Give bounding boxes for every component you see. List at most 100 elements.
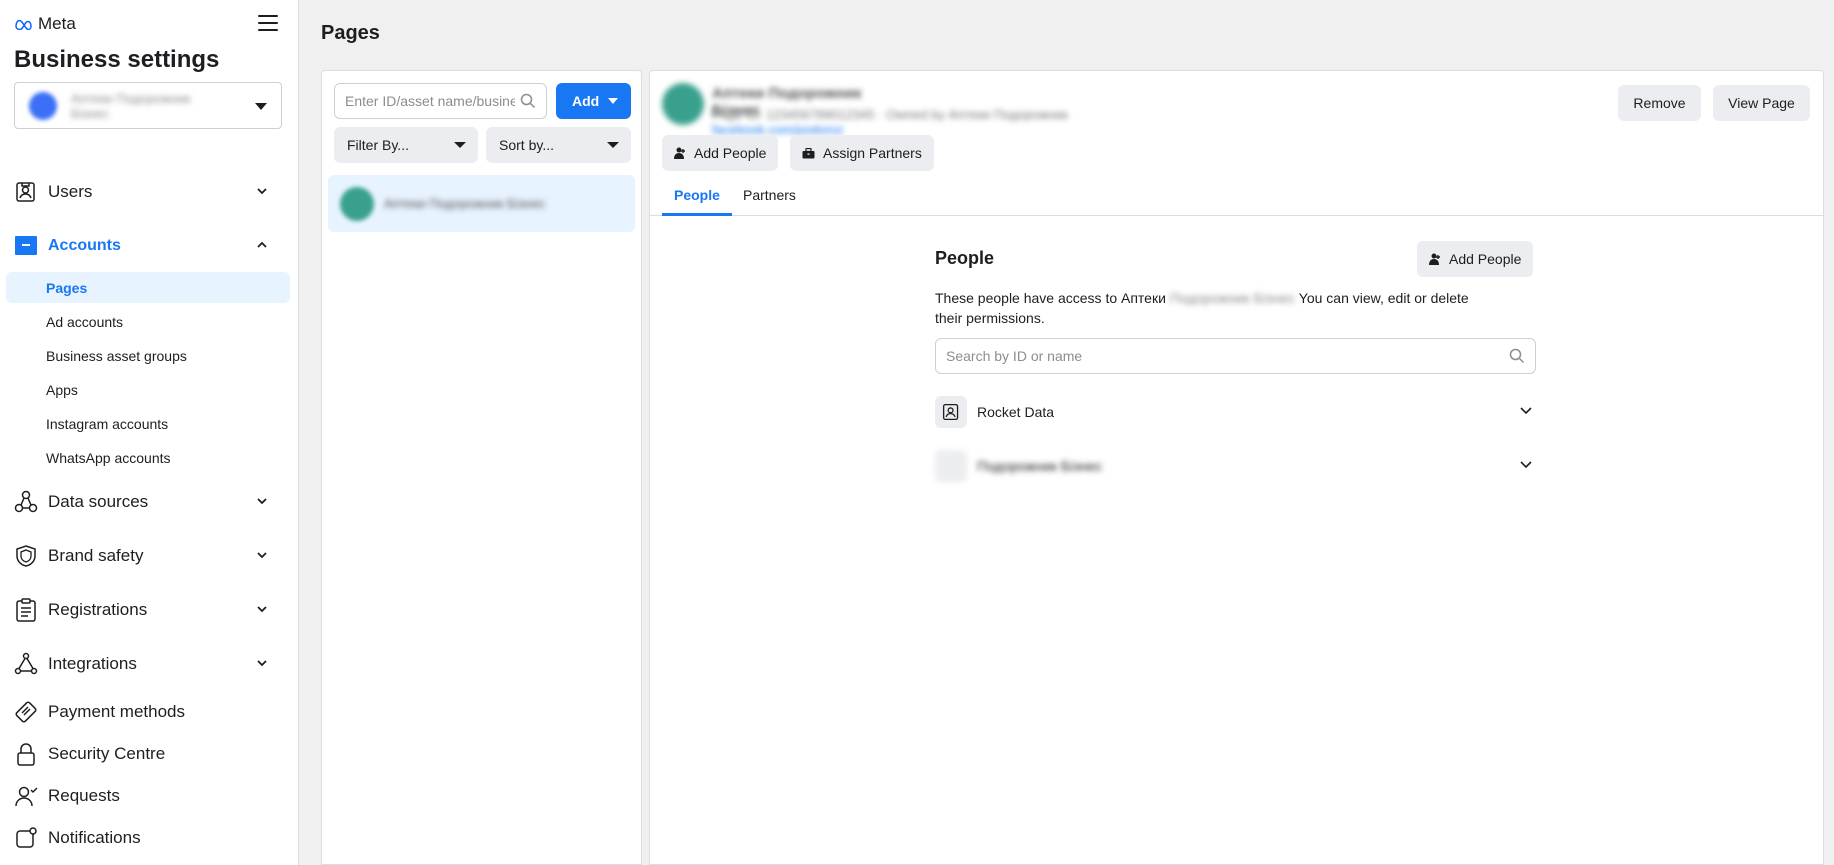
nav-item-requests[interactable]: Requests <box>0 776 290 816</box>
view-page-button[interactable]: View Page <box>1713 85 1810 121</box>
nav-item-users[interactable]: Users <box>0 172 290 212</box>
assign-partners-button[interactable]: Assign Partners <box>790 135 934 171</box>
nav-item-accounts[interactable]: Accounts <box>0 226 290 266</box>
add-asset-button[interactable]: Add <box>556 83 631 119</box>
person-name: Подорожник Бізнес <box>977 458 1103 474</box>
chevron-down-icon <box>257 660 267 667</box>
briefcase-icon <box>802 147 815 158</box>
add-people-section-button[interactable]: Add People <box>1417 241 1534 277</box>
meta-logo[interactable]: Meta <box>14 14 76 34</box>
clipboard-icon <box>14 598 38 622</box>
people-search-box[interactable] <box>935 338 1536 374</box>
sub-item-whatsapp-accounts[interactable]: WhatsApp accounts <box>6 442 290 473</box>
nav-item-registrations[interactable]: Registrations <box>0 590 290 630</box>
people-description: These people have access to Аптеки Подор… <box>935 288 1495 328</box>
shield-icon <box>14 544 38 568</box>
detail-header: Аптеки Подорожник Бізнес Page ID: 123456… <box>650 71 1823 216</box>
notification-icon <box>14 826 38 850</box>
sub-item-apps[interactable]: Apps <box>6 374 290 405</box>
asset-search-input[interactable] <box>345 93 515 109</box>
page-title: Pages <box>321 22 380 44</box>
users-badge-icon <box>935 396 967 428</box>
sort-label: Sort by... <box>499 137 554 153</box>
filter-by-dropdown[interactable]: Filter By... <box>334 127 478 163</box>
caret-down-icon <box>255 103 267 110</box>
sub-item-instagram-accounts[interactable]: Instagram accounts <box>6 408 290 439</box>
caret-down-icon <box>454 142 466 148</box>
people-search-input[interactable] <box>946 348 1486 364</box>
nav-label: Notifications <box>48 828 141 847</box>
nav-label: Accounts <box>48 237 121 254</box>
accounts-briefcase-icon <box>14 234 38 258</box>
business-selector[interactable]: Аптеки Подорожник Бізнес <box>14 82 282 129</box>
list-item[interactable]: Rocket Data <box>935 392 1536 432</box>
payment-card-icon <box>14 700 38 724</box>
caret-down-icon <box>608 98 618 104</box>
users-badge-icon <box>14 180 38 204</box>
chevron-up-icon <box>257 241 267 248</box>
lock-icon <box>14 742 38 766</box>
nav-label: Payment methods <box>48 702 186 721</box>
nav-label: Security Centre <box>48 744 166 763</box>
chevron-down-icon[interactable] <box>1520 461 1532 469</box>
menu-hamburger-icon[interactable] <box>258 15 278 33</box>
business-name: Аптеки Подорожник Бізнес <box>71 90 191 121</box>
desc-prefix: These people have access to Аптеки <box>935 290 1166 306</box>
chevron-down-icon <box>257 606 267 613</box>
remove-button[interactable]: Remove <box>1618 85 1701 121</box>
sub-item-business-asset-groups[interactable]: Business asset groups <box>6 340 290 371</box>
search-icon <box>520 93 536 109</box>
person-check-icon <box>14 784 38 808</box>
page-detail-panel: Аптеки Подорожник Бізнес Page ID: 123456… <box>649 70 1824 865</box>
detail-page-meta: Page ID: 123456789012345 · Owned by Апте… <box>712 107 1112 137</box>
list-item[interactable]: Подорожник Бізнес <box>935 446 1536 486</box>
data-sources-icon <box>14 490 38 514</box>
nav-item-integrations[interactable]: Integrations <box>0 644 290 684</box>
brand-name: Meta <box>38 14 76 33</box>
nav-label: Brand safety <box>48 546 144 565</box>
nav-item-payment-methods[interactable]: Payment methods <box>0 692 290 732</box>
desc-blurred-name: Подорожник Бізнес <box>1169 290 1295 306</box>
asset-list-panel: Add Filter By... Sort by... Аптеки Подор… <box>321 70 642 865</box>
sidebar: Meta Business settings Аптеки Подорожник… <box>0 0 299 865</box>
add-button-label: Add <box>572 93 600 109</box>
page-avatar <box>662 83 704 125</box>
nav-label: Requests <box>48 786 120 805</box>
nav-item-notifications[interactable]: Notifications <box>0 818 290 858</box>
list-item[interactable]: Аптеки Подорожник Бізнес <box>328 175 635 232</box>
nav-item-security-centre[interactable]: Security Centre <box>0 734 290 774</box>
chevron-down-icon <box>257 552 267 559</box>
business-avatar <box>29 91 57 120</box>
asset-search-box[interactable] <box>334 83 547 119</box>
page-name: Аптеки Подорожник Бізнес <box>384 196 546 211</box>
integrations-icon <box>14 652 38 676</box>
page-avatar <box>340 186 374 221</box>
sub-item-pages[interactable]: Pages <box>6 272 290 303</box>
caret-down-icon <box>607 142 619 148</box>
nav-item-brand-safety[interactable]: Brand safety <box>0 536 290 576</box>
tab-people[interactable]: People <box>662 183 732 216</box>
add-people-section-label: Add People <box>1449 251 1522 267</box>
nav-label: Integrations <box>48 654 137 673</box>
chevron-down-icon <box>257 498 267 505</box>
assign-partners-label: Assign Partners <box>823 145 922 161</box>
add-people-label: Add People <box>694 145 767 161</box>
tab-partners[interactable]: Partners <box>731 183 808 216</box>
page-meta-text: Page ID: 123456789012345 · Owned by Апте… <box>712 107 1068 122</box>
nav-label: Users <box>48 182 93 201</box>
nav-item-data-sources[interactable]: Data sources <box>0 482 290 522</box>
add-person-icon <box>1429 253 1440 265</box>
sidebar-title: Business settings <box>14 46 220 73</box>
person-avatar <box>935 450 967 482</box>
add-people-button[interactable]: Add People <box>662 135 779 171</box>
person-name: Rocket Data <box>977 404 1055 420</box>
people-section-title: People <box>935 248 995 268</box>
filter-label: Filter By... <box>347 137 409 153</box>
chevron-down-icon <box>257 188 267 195</box>
chevron-down-icon[interactable] <box>1520 407 1532 415</box>
search-icon <box>1509 348 1525 364</box>
sub-item-ad-accounts[interactable]: Ad accounts <box>6 306 290 337</box>
nav-label: Data sources <box>48 492 149 511</box>
add-person-icon <box>674 147 685 159</box>
sort-by-dropdown[interactable]: Sort by... <box>486 127 631 163</box>
